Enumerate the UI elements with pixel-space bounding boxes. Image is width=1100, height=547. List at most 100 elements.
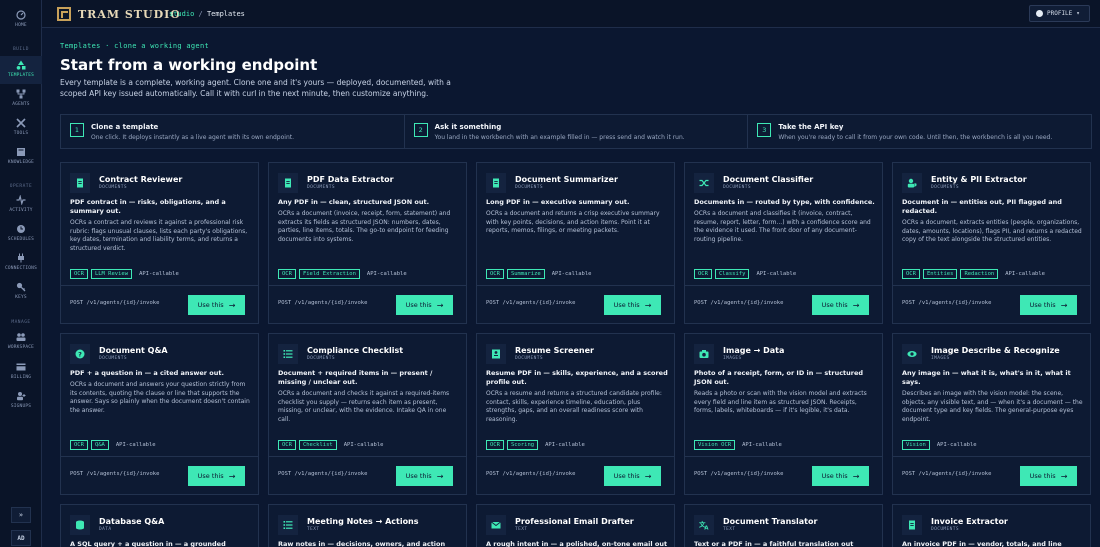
card-icon-box: 文A [694, 515, 714, 535]
card-icon-box [70, 515, 90, 535]
api-callable-tag: API-callable [756, 271, 797, 277]
nav-schedules[interactable]: SCHEDULES [0, 224, 42, 252]
nav-workspace[interactable]: WORKSPACE [0, 332, 42, 360]
card-lead: PDF contract in — risks, obligations, an… [70, 198, 226, 215]
use-this-button[interactable]: Use this → [1020, 466, 1077, 486]
arrow-right-icon: → [852, 471, 860, 481]
template-card[interactable]: Invoice Extractor DOCUMENTS An invoice PDF… [892, 504, 1091, 547]
use-this-button[interactable]: Use this → [604, 466, 661, 486]
endpoint-path: POST /v1/agents/{id}/invoke [694, 471, 784, 477]
card-tags: OCR Classify API-callable [694, 269, 800, 279]
card-category: DOCUMENTS [515, 356, 543, 361]
use-this-button[interactable]: Use this → [812, 295, 869, 315]
template-card[interactable]: Database Q&A DATA A SQL query + a question… [60, 504, 259, 547]
nav-signups-label: SIGNUPS [10, 404, 32, 409]
use-this-button[interactable]: Use this → [812, 466, 869, 486]
card-title: Image → Data [723, 346, 785, 355]
step-3: 3 Take the API key When you're ready to … [748, 115, 1091, 148]
nav-knowledge[interactable]: KNOWLEDGE [0, 147, 42, 175]
api-callable-tag: API-callable [551, 271, 592, 277]
template-card[interactable]: Compliance Checklist DOCUMENTS Document + … [268, 333, 467, 495]
template-card[interactable]: PDF Data Extractor DOCUMENTS Any PDF in — … [268, 162, 467, 324]
tag: Summarize [506, 269, 545, 279]
template-card[interactable]: Contract Reviewer DOCUMENTS PDF contract i… [60, 162, 259, 324]
card-tags: OCR LLM Review API-callable [70, 269, 183, 279]
nav-keys[interactable]: KEYS [0, 282, 42, 310]
nav-knowledge-label: KNOWLEDGE [7, 160, 35, 165]
tag: Q&A [90, 440, 109, 450]
nav-templates-label: TEMPLATES [7, 73, 35, 78]
nav-billing[interactable]: BILLING [0, 362, 42, 390]
card-category: DOCUMENTS [931, 185, 959, 190]
arrow-right-icon: → [644, 471, 652, 481]
nav-activity[interactable]: ACTIVITY [0, 195, 42, 223]
template-card[interactable]: 文 A Document Translator TEXT Text or a PDF i… [684, 504, 883, 547]
card-footer: POST /v1/agents/{id}/invoke Use this → [61, 285, 258, 323]
card-title: Database Q&A [99, 517, 165, 526]
template-card[interactable]: Document Classifier DOCUMENTS Documents in… [684, 162, 883, 324]
camera-icon [699, 350, 709, 358]
card-tags: OCR Checklist API-callable [278, 440, 388, 450]
avatar[interactable]: AD [11, 530, 31, 546]
template-card[interactable]: ? Document Q&A DOCUMENTS PDF + a question i… [60, 333, 259, 495]
card-title: Document Summarizer [515, 175, 618, 184]
card-tags: OCR Q&A API-callable [70, 440, 160, 450]
use-this-button[interactable]: Use this → [604, 295, 661, 315]
use-this-button[interactable]: Use this → [188, 466, 245, 486]
template-card[interactable]: Entity & PII Extractor DOCUMENTS Document … [892, 162, 1091, 324]
card-title: Image Describe & Recognize [931, 346, 1060, 355]
nav-agents[interactable]: AGENTS [0, 89, 42, 117]
step-title: Ask it something [434, 123, 502, 131]
template-card[interactable]: Meeting Notes → Actions TEXT Raw notes in … [268, 504, 467, 547]
nav-schedules-label: SCHEDULES [7, 237, 35, 242]
arrow-right-icon: → [228, 471, 236, 481]
profile-label: PROFILE [1047, 10, 1073, 17]
template-card[interactable]: Document Summarizer DOCUMENTS Long PDF in … [476, 162, 675, 324]
use-this-button[interactable]: Use this → [396, 295, 453, 315]
endpoint-path: POST /v1/agents/{id}/invoke [902, 471, 992, 477]
step-subtitle: One click. It deploys instantly as a liv… [91, 134, 295, 141]
profile-button[interactable]: PROFILE ▾ [1029, 5, 1090, 22]
clock-icon [17, 225, 25, 233]
step-number: 2 [413, 123, 428, 137]
breadcrumb-root[interactable]: studio [169, 10, 194, 18]
card-category: TEXT [723, 527, 736, 532]
use-this-button[interactable]: Use this → [396, 466, 453, 486]
nav-home[interactable]: HOME [0, 10, 42, 38]
step-subtitle: When you're ready to call it from your o… [778, 134, 1053, 141]
nav-agents-label: AGENTS [12, 102, 30, 107]
users-icon [16, 333, 26, 341]
document-icon [493, 178, 499, 188]
nav-tools[interactable]: TOOLS [0, 118, 42, 146]
template-card[interactable]: Image → Data IMAGES Photo of a receipt, fo… [684, 333, 883, 495]
card-footer: POST /v1/agents/{id}/invoke Use this → [685, 456, 882, 494]
card-category: IMAGES [723, 356, 742, 361]
credit-card-icon [16, 363, 26, 371]
svg-text:A: A [704, 526, 709, 531]
collapse-sidebar-button[interactable]: » [11, 507, 31, 523]
card-lead: Resume PDF in — skills, experience, and … [486, 369, 668, 386]
card-tags: Vision API-callable [902, 440, 981, 450]
user-shield-icon [907, 178, 917, 188]
template-card[interactable]: Professional Email Drafter TEXT A rough in… [476, 504, 675, 547]
card-lead: Document + required items in — present /… [278, 369, 433, 386]
card-lead: Text or a PDF in — a faithful translatio… [694, 540, 854, 547]
card-title: Document Classifier [723, 175, 814, 184]
card-footer: POST /v1/agents/{id}/invoke Use this → [269, 285, 466, 323]
use-this-button[interactable]: Use this → [188, 295, 245, 315]
card-title: PDF Data Extractor [307, 175, 394, 184]
arrow-right-icon: → [1060, 300, 1068, 310]
card-description: OCRs a document (invoice, receipt, form,… [278, 210, 451, 244]
nav-connections[interactable]: CONNECTIONS [0, 253, 42, 281]
mail-icon [491, 521, 501, 529]
logo-text: TRAM STUDIO [78, 8, 181, 21]
nav-signups[interactable]: SIGNUPS [0, 391, 42, 419]
template-card[interactable]: Image Describe & Recognize IMAGES Any imag… [892, 333, 1091, 495]
user-plus-icon [17, 392, 26, 401]
card-lead: Raw notes in — decisions, owners, and ac… [278, 540, 446, 547]
use-this-button[interactable]: Use this → [1020, 295, 1077, 315]
document-icon [909, 520, 915, 530]
template-card[interactable]: Resume Screener DOCUMENTS Resume PDF in — … [476, 333, 675, 495]
arrow-right-icon: → [436, 300, 444, 310]
nav-templates[interactable]: TEMPLATES [0, 56, 42, 84]
